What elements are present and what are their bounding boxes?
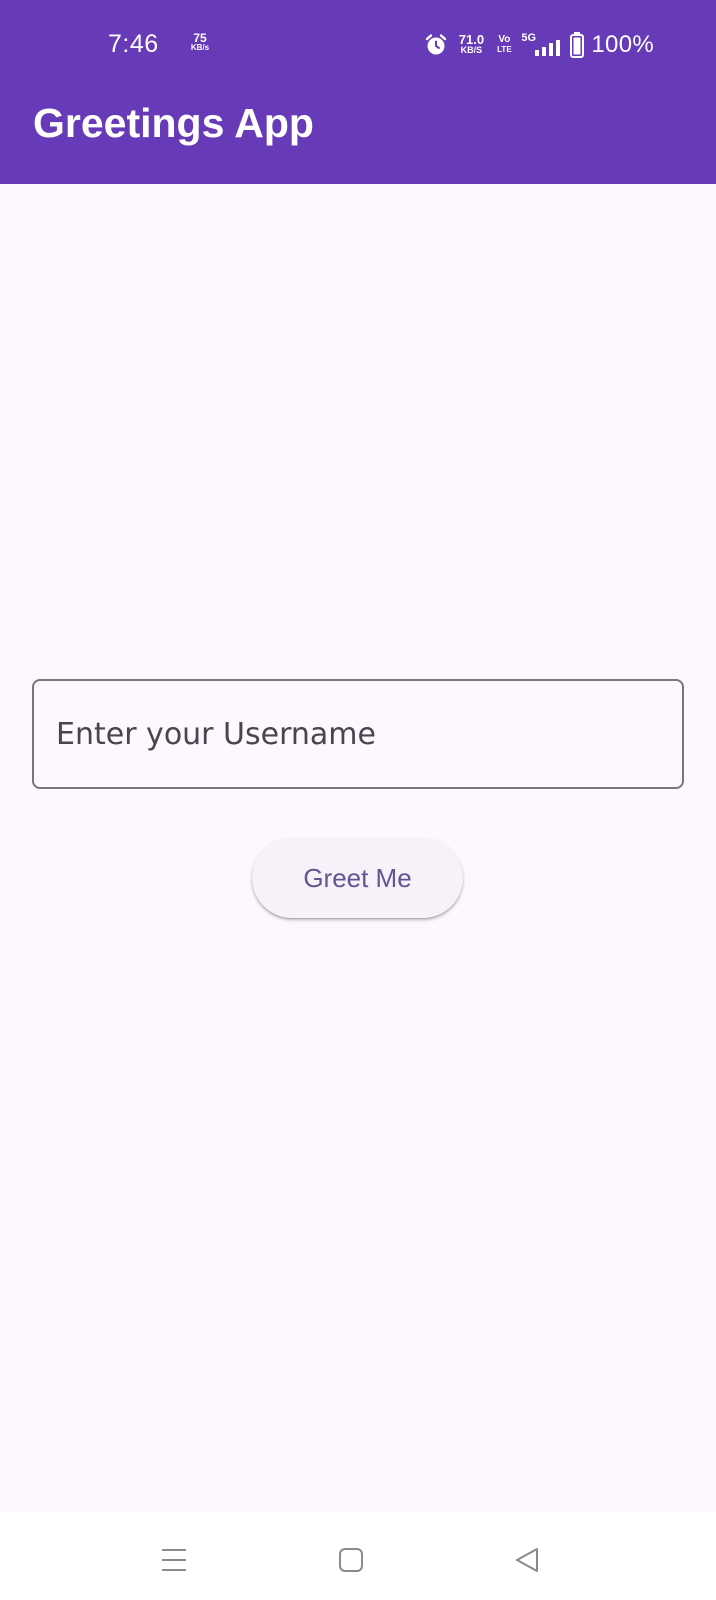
status-data-speed: 75 KB/s <box>184 31 216 53</box>
network-type: 5G <box>521 32 537 44</box>
username-input[interactable] <box>32 679 684 789</box>
volte-indicator: Vo LTE <box>494 35 514 55</box>
net-speed-value: 71.0 <box>458 32 485 47</box>
battery-percentage: 100% <box>591 31 654 58</box>
status-time: 7:46 <box>108 30 159 58</box>
system-nav-bar <box>0 1512 716 1600</box>
screen: 7:46 75 KB/s 71.0 KB/S Vo LTE 5G 100% Gr… <box>0 0 716 1600</box>
alarm-icon <box>424 33 448 57</box>
app-title: Greetings App <box>33 100 314 146</box>
volte-top: Vo <box>498 34 511 45</box>
menu-icon[interactable] <box>154 1540 194 1580</box>
net-speed: 71.0 KB/S <box>455 32 487 56</box>
volte-bottom: LTE <box>497 45 512 54</box>
app-bar: 7:46 75 KB/s 71.0 KB/S Vo LTE 5G 100% Gr… <box>0 0 716 184</box>
status-icons: 71.0 KB/S Vo LTE 5G 100% <box>424 30 654 60</box>
battery-icon <box>570 32 585 58</box>
signal-icon: 5G <box>521 32 563 58</box>
status-bar: 7:46 75 KB/s 71.0 KB/S Vo LTE 5G 100% <box>0 0 716 90</box>
status-data-speed-unit: KB/s <box>190 43 210 52</box>
greet-me-button[interactable]: Greet Me <box>252 838 463 918</box>
back-icon[interactable] <box>507 1540 547 1580</box>
home-icon[interactable] <box>331 1540 371 1580</box>
status-data-speed-value: 75 <box>193 31 207 45</box>
